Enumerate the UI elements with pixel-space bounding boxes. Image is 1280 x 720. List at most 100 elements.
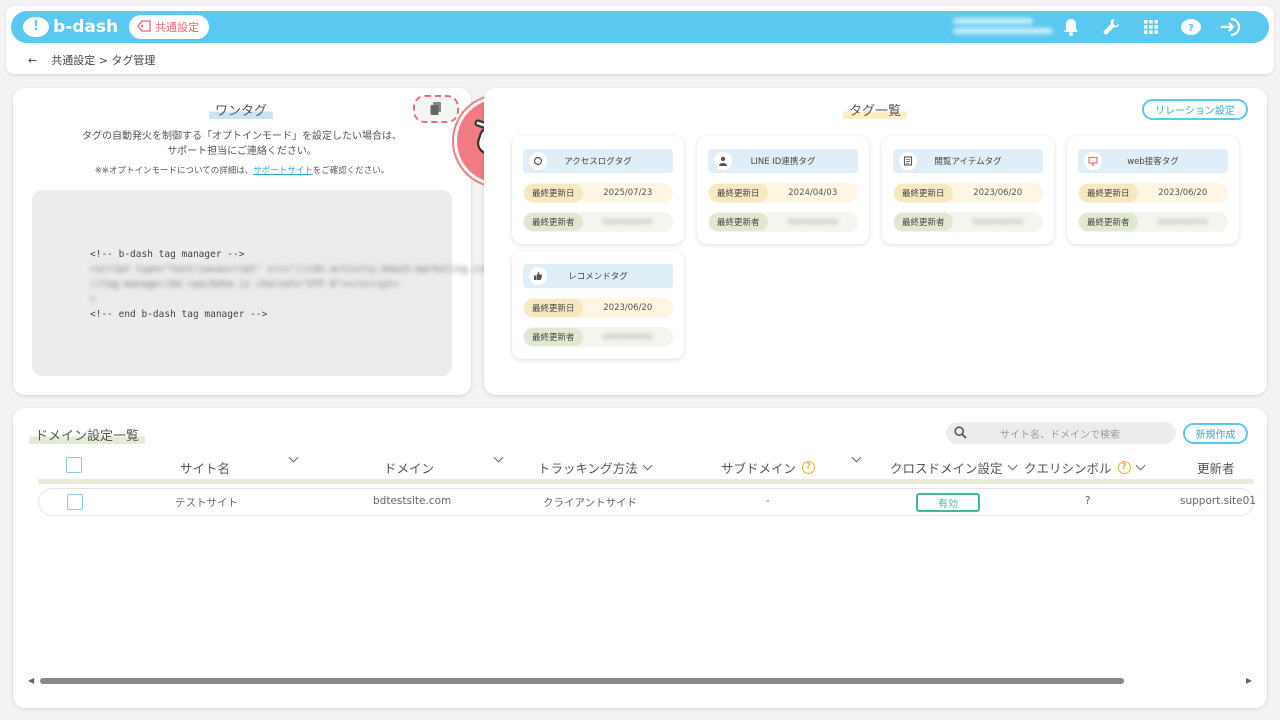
crossdomain-status-badge: 有効 — [916, 493, 980, 512]
tag-card-name: LINE ID連携タグ — [750, 157, 816, 167]
tag-card-header: LINE ID連携タグ — [708, 149, 858, 173]
col-updater[interactable]: 更新者 — [1197, 458, 1235, 477]
tag-code-box[interactable]: <!-- b-dash tag manager --> <script type… — [32, 190, 657, 376]
date-value: 2023/06/20 — [973, 188, 1023, 198]
user-label: 最終更新者 — [524, 328, 583, 346]
col-site-name-label: サイト名 — [180, 461, 231, 476]
code-blurred-line: > — [90, 294, 96, 305]
row-checkbox[interactable] — [67, 494, 83, 510]
col-crossdomain[interactable]: クロスドメイン設定 — [890, 458, 1017, 477]
logo-text: b-dash — [53, 17, 119, 37]
wrench-icon[interactable] — [1099, 15, 1123, 39]
cell-subdomain: - — [766, 495, 770, 507]
col-crossdomain-label: クロスドメイン設定 — [890, 461, 1003, 476]
common-settings-button[interactable]: 共通設定 — [129, 15, 209, 39]
col-subdomain[interactable]: サブドメイン? — [721, 458, 816, 477]
col-site-name[interactable]: サイト名 — [180, 458, 230, 477]
last-updated-date-row: 最終更新日 2025/07/23 — [523, 183, 673, 203]
help-icon[interactable]: ? — [802, 461, 816, 474]
back-arrow-icon[interactable]: ← — [28, 54, 37, 67]
col-domain[interactable]: ドメイン — [384, 458, 434, 477]
last-updated-date-row: 最終更新日 2023/06/20 — [1078, 183, 1228, 203]
new-create-button[interactable]: 新規作成 — [1183, 423, 1248, 444]
code-start-comment: <!-- b-dash tag manager --> — [90, 249, 245, 260]
tag-icon — [137, 19, 151, 35]
table-row[interactable]: テストサイト bdtestsite.com クライアントサイド - 有効 ? s… — [38, 488, 1256, 516]
desc-line-1: タグの自動発火を制御する「オプトインモード」を設定したい場合は、 — [82, 131, 402, 142]
tag-card-header: web接客タグ — [1078, 149, 1228, 173]
col-query-symbol[interactable]: クエリシンボル? — [1024, 458, 1145, 477]
last-updated-date-row: 最終更新日 2023/06/20 — [893, 183, 1043, 203]
col-tracking[interactable]: トラッキング方法 — [538, 458, 653, 477]
tag-card-name: web接客タグ — [1127, 157, 1179, 167]
search-icon — [954, 426, 967, 442]
desc-line-2: サポート担当にご連絡ください。 — [167, 146, 317, 157]
scroll-right-icon[interactable]: ▶ — [1246, 676, 1252, 685]
logout-icon[interactable] — [1219, 15, 1243, 39]
chevron-down-icon[interactable] — [1135, 460, 1145, 471]
last-updated-date-row: 最終更新日 2023/06/20 — [523, 298, 673, 318]
user-label: 最終更新者 — [1079, 213, 1138, 231]
bell-icon[interactable] — [1059, 15, 1083, 39]
chevron-down-icon[interactable] — [493, 452, 504, 463]
chevron-down-icon[interactable] — [288, 452, 299, 463]
col-subdomain-label: サブドメイン — [721, 461, 797, 476]
domain-title: ドメイン設定一覧 — [29, 425, 146, 444]
scroll-left-icon[interactable]: ◀ — [28, 676, 34, 685]
note-suffix: をご確認ください。 — [312, 166, 390, 176]
chevron-down-icon[interactable] — [1007, 460, 1017, 471]
help-icon[interactable]: ? — [1117, 461, 1131, 474]
cell-query-symbol: ? — [1085, 495, 1091, 507]
relation-settings-button[interactable]: リレーション設定 — [1142, 99, 1248, 120]
tag-card-name: レコメンドタグ — [568, 272, 628, 282]
user-value-blurred: xxxxxxxxxx — [602, 332, 653, 342]
onetag-description: タグの自動発火を制御する「オプトインモード」を設定したい場合は、 サポート担当に… — [13, 129, 471, 159]
chevron-down-icon[interactable] — [642, 460, 653, 471]
thumbs-up-icon — [529, 267, 547, 285]
cell-domain: bdtestsite.com — [373, 495, 452, 507]
tag-card-name: アクセスログタグ — [564, 157, 632, 167]
user-value-blurred: xxxxxxxxxx — [602, 217, 653, 227]
chevron-down-icon[interactable] — [851, 452, 862, 463]
taglist-title: タグ一覧 — [843, 100, 908, 119]
copy-icon — [430, 100, 442, 119]
note-prefix: ※※オプトインモードについての詳細は、 — [94, 166, 254, 176]
date-label: 最終更新日 — [524, 299, 583, 317]
last-updated-user-row: 最終更新者 xxxxxxxxxx — [1078, 212, 1228, 232]
cell-site-name: テストサイト — [175, 497, 238, 509]
date-label: 最終更新日 — [894, 184, 953, 202]
help-chat-icon[interactable]: ? — [1179, 15, 1203, 39]
copy-button[interactable] — [413, 95, 459, 123]
scroll-thumb[interactable] — [40, 678, 1124, 684]
logo-bubble-icon: ! — [23, 17, 49, 37]
last-updated-user-row: 最終更新者 xxxxxxxxxx — [893, 212, 1043, 232]
domain-search-input[interactable]: サイト名、ドメインで検索 — [946, 422, 1176, 444]
access-log-icon — [529, 152, 547, 170]
date-value: 2025/07/23 — [603, 188, 653, 198]
select-all-checkbox[interactable] — [66, 457, 82, 473]
tag-card[interactable]: アクセスログタグ 最終更新日 2025/07/23 最終更新者 xxxxxxxxxx — [512, 136, 684, 244]
onetag-title: ワンタグ — [209, 100, 274, 119]
date-label: 最終更新日 — [709, 184, 768, 202]
tag-card[interactable]: web接客タグ 最終更新日 2023/06/20 最終更新者 xxxxxxxxxx — [1067, 136, 1239, 244]
search-placeholder: サイト名、ドメインで検索 — [1000, 429, 1120, 441]
top-bar: ! b-dash 共通設定 ? — [11, 11, 1269, 43]
cell-tracking: クライアントサイド — [543, 497, 638, 509]
person-icon — [714, 152, 732, 170]
code-blurred-line: <script type="text/javascript" src="//cd… — [90, 264, 657, 275]
date-label: 最終更新日 — [524, 184, 583, 202]
horizontal-scrollbar[interactable]: ◀ ▶ — [28, 676, 1252, 686]
last-updated-user-row: 最終更新者 xxxxxxxxxx — [523, 212, 673, 232]
tag-card[interactable]: レコメンドタグ 最終更新日 2023/06/20 最終更新者 xxxxxxxxxx — [512, 251, 684, 359]
tag-card-header: アクセスログタグ — [523, 149, 673, 173]
user-label: 最終更新者 — [524, 213, 583, 231]
monitor-icon — [1084, 152, 1102, 170]
grid-icon[interactable] — [1139, 15, 1163, 39]
support-site-link[interactable]: サポートサイト — [253, 166, 313, 176]
table-header-underline — [38, 479, 1254, 484]
tag-card[interactable]: 閲覧アイテムタグ 最終更新日 2023/06/20 最終更新者 xxxxxxxxxx — [882, 136, 1054, 244]
tag-card-header: 閲覧アイテムタグ — [893, 149, 1043, 173]
tag-card[interactable]: LINE ID連携タグ 最終更新日 2024/04/03 最終更新者 xxxxxxx… — [697, 136, 869, 244]
code-end-comment: <!-- end b-dash tag manager --> — [90, 309, 268, 320]
bdash-logo[interactable]: ! b-dash — [23, 15, 118, 39]
